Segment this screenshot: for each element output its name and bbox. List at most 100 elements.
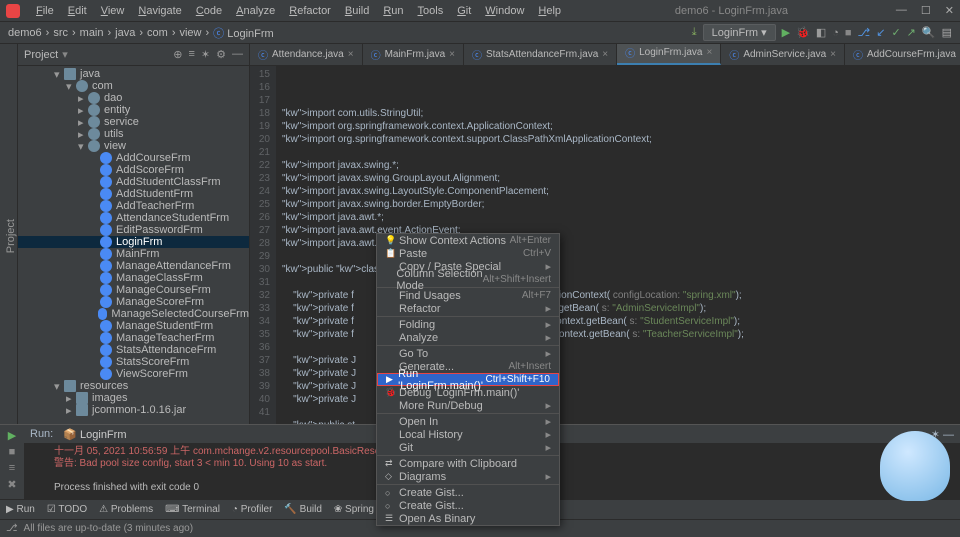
minimize-icon[interactable]: — xyxy=(896,4,907,17)
tree-item-dao[interactable]: ▸dao xyxy=(18,92,249,104)
tree-item-images[interactable]: ▸images xyxy=(18,392,249,404)
tree-item-resources[interactable]: ▾resources xyxy=(18,380,249,392)
editor-tab[interactable]: ⓒLoginFrm.java× xyxy=(617,44,721,65)
tree-item-addscorefrm[interactable]: AddScoreFrm xyxy=(18,164,249,176)
breadcrumb-segment[interactable]: ⓒ LoginFrm xyxy=(213,25,274,41)
tree-item-view[interactable]: ▾view xyxy=(18,140,249,152)
menu-build[interactable]: Build xyxy=(339,5,375,17)
maximize-icon[interactable]: ☐ xyxy=(921,4,931,17)
tree-item-manageteacherfrm[interactable]: ManageTeacherFrm xyxy=(18,332,249,344)
tab-close-icon[interactable]: × xyxy=(830,49,836,60)
tool-spring[interactable]: ❀ Spring xyxy=(334,504,374,515)
tree-item-addcoursefrm[interactable]: AddCourseFrm xyxy=(18,152,249,164)
debug-icon[interactable]: 🐞 xyxy=(796,26,810,39)
tree-item-jcommon-1.0.16.jar[interactable]: ▸jcommon-1.0.16.jar xyxy=(18,404,249,416)
context-menu-item[interactable]: Column Selection ModeAlt+Shift+Insert xyxy=(377,273,559,286)
menu-code[interactable]: Code xyxy=(190,5,228,17)
tree-item-attendancestudentfrm[interactable]: AttendanceStudentFrm xyxy=(18,212,249,224)
editor-tab[interactable]: ⓒAttendance.java× xyxy=(250,44,363,65)
context-menu-item[interactable]: Analyze▸ xyxy=(377,331,559,344)
trash-icon[interactable]: ✖ xyxy=(7,478,16,491)
context-menu-item[interactable]: More Run/Debug▸ xyxy=(377,399,559,412)
collapse-icon[interactable]: ✶ xyxy=(201,48,210,61)
editor-tab[interactable]: ⓒAddCourseFrm.java× xyxy=(845,44,960,65)
editor-tab[interactable]: ⓒAdminService.java× xyxy=(721,44,845,65)
breadcrumb-segment[interactable]: java xyxy=(115,27,135,39)
profile-icon[interactable]: ◔ xyxy=(832,27,839,39)
context-menu-item[interactable]: 🐞Debug 'LoginFrm.main()' xyxy=(377,386,559,399)
expand-icon[interactable]: ≡ xyxy=(188,48,194,61)
tool-todo[interactable]: ☑ TODO xyxy=(47,504,87,515)
layout-icon[interactable]: ≡ xyxy=(9,462,15,474)
ide-settings-icon[interactable]: ▤ xyxy=(942,26,952,39)
coverage-icon[interactable]: ◧ xyxy=(816,26,826,39)
hide-icon[interactable]: — xyxy=(232,48,243,61)
tree-item-mainfrm[interactable]: MainFrm xyxy=(18,248,249,260)
git-branch-icon[interactable]: ⎇ xyxy=(858,26,871,39)
rerun-icon[interactable]: ▶ xyxy=(8,429,16,442)
tree-item-utils[interactable]: ▸utils xyxy=(18,128,249,140)
build-icon[interactable]: ⤓ xyxy=(692,26,697,39)
tree-item-manageselectedcoursefrm[interactable]: ManageSelectedCourseFrm xyxy=(18,308,249,320)
context-menu-item[interactable]: 📋PasteCtrl+V xyxy=(377,247,559,260)
tree-item-managestudentfrm[interactable]: ManageStudentFrm xyxy=(18,320,249,332)
tab-close-icon[interactable]: × xyxy=(602,49,608,60)
tree-item-entity[interactable]: ▸entity xyxy=(18,104,249,116)
context-menu-item[interactable]: Git▸ xyxy=(377,441,559,454)
tree-item-com[interactable]: ▾com xyxy=(18,80,249,92)
tree-item-addstudentfrm[interactable]: AddStudentFrm xyxy=(18,188,249,200)
menu-edit[interactable]: Edit xyxy=(62,5,93,17)
menu-run[interactable]: Run xyxy=(377,5,409,17)
menu-bar[interactable]: FileEditViewNavigateCodeAnalyzeRefactorB… xyxy=(30,5,567,17)
settings-icon[interactable]: ⚙ xyxy=(216,48,226,61)
menu-view[interactable]: View xyxy=(95,5,131,17)
tree-item-java[interactable]: ▾java xyxy=(18,68,249,80)
editor-tab[interactable]: ⓒStatsAttendanceFrm.java× xyxy=(464,44,617,65)
tool-terminal[interactable]: ⌨ Terminal xyxy=(165,504,220,515)
breadcrumb-segment[interactable]: src xyxy=(53,27,68,39)
context-menu-item[interactable]: Local History▸ xyxy=(377,428,559,441)
tool-build[interactable]: 🔨 Build xyxy=(284,504,321,515)
menu-navigate[interactable]: Navigate xyxy=(132,5,187,17)
tree-item-loginfrm[interactable]: LoginFrm xyxy=(18,236,249,248)
dropdown-icon[interactable]: ▾ xyxy=(62,48,68,61)
tree-item-manageclassfrm[interactable]: ManageClassFrm xyxy=(18,272,249,284)
menu-file[interactable]: File xyxy=(30,5,60,17)
select-opened-icon[interactable]: ⊕ xyxy=(173,48,182,61)
project-tree[interactable]: ▾java▾com▸dao▸entity▸service▸utils▾viewA… xyxy=(18,66,249,424)
tree-item-viewscorefrm[interactable]: ViewScoreFrm xyxy=(18,368,249,380)
context-menu-item[interactable]: Go To▸ xyxy=(377,347,559,360)
context-menu-item[interactable]: Open In▸ xyxy=(377,415,559,428)
menu-git[interactable]: Git xyxy=(451,5,477,17)
context-menu-item[interactable]: ☰Open As Binary xyxy=(377,512,559,525)
tab-close-icon[interactable]: × xyxy=(348,49,354,60)
tree-item-addstudentclassfrm[interactable]: AddStudentClassFrm xyxy=(18,176,249,188)
context-menu-item[interactable]: ○Create Gist... xyxy=(377,486,559,499)
git-commit-icon[interactable]: ✓ xyxy=(891,26,900,39)
context-menu-item[interactable]: ○Create Gist... xyxy=(377,499,559,512)
tab-close-icon[interactable]: × xyxy=(449,49,455,60)
menu-refactor[interactable]: Refactor xyxy=(283,5,337,17)
context-menu-item[interactable]: ⇄Compare with Clipboard xyxy=(377,457,559,470)
tree-item-statsscorefrm[interactable]: StatsScoreFrm xyxy=(18,356,249,368)
tool-run[interactable]: ▶ Run xyxy=(6,504,35,515)
run-panel-config[interactable]: 📦 LoginFrm xyxy=(63,428,126,441)
menu-window[interactable]: Window xyxy=(479,5,530,17)
run-config-selector[interactable]: LoginFrm ▾ xyxy=(703,24,776,41)
breadcrumb-segment[interactable]: main xyxy=(80,27,104,39)
tree-item-statsattendancefrm[interactable]: StatsAttendanceFrm xyxy=(18,344,249,356)
menu-help[interactable]: Help xyxy=(532,5,567,17)
git-update-icon[interactable]: ↙ xyxy=(876,26,885,39)
search-icon[interactable]: 🔍 xyxy=(922,26,936,39)
context-menu-item[interactable]: Find UsagesAlt+F7 xyxy=(377,289,559,302)
tree-item-managescorefrm[interactable]: ManageScoreFrm xyxy=(18,296,249,308)
left-tool-stripe[interactable]: Project Structure Favorites xyxy=(0,44,18,424)
tree-item-editpasswordfrm[interactable]: EditPasswordFrm xyxy=(18,224,249,236)
stop-run-icon[interactable]: ■ xyxy=(9,446,16,458)
menu-analyze[interactable]: Analyze xyxy=(230,5,281,17)
breadcrumb-segment[interactable]: view xyxy=(179,27,201,39)
breadcrumb[interactable]: demo6›src›main›java›com›view›ⓒ LoginFrm xyxy=(8,25,274,41)
menu-tools[interactable]: Tools xyxy=(412,5,450,17)
tree-item-addteacherfrm[interactable]: AddTeacherFrm xyxy=(18,200,249,212)
tree-item-service[interactable]: ▸service xyxy=(18,116,249,128)
